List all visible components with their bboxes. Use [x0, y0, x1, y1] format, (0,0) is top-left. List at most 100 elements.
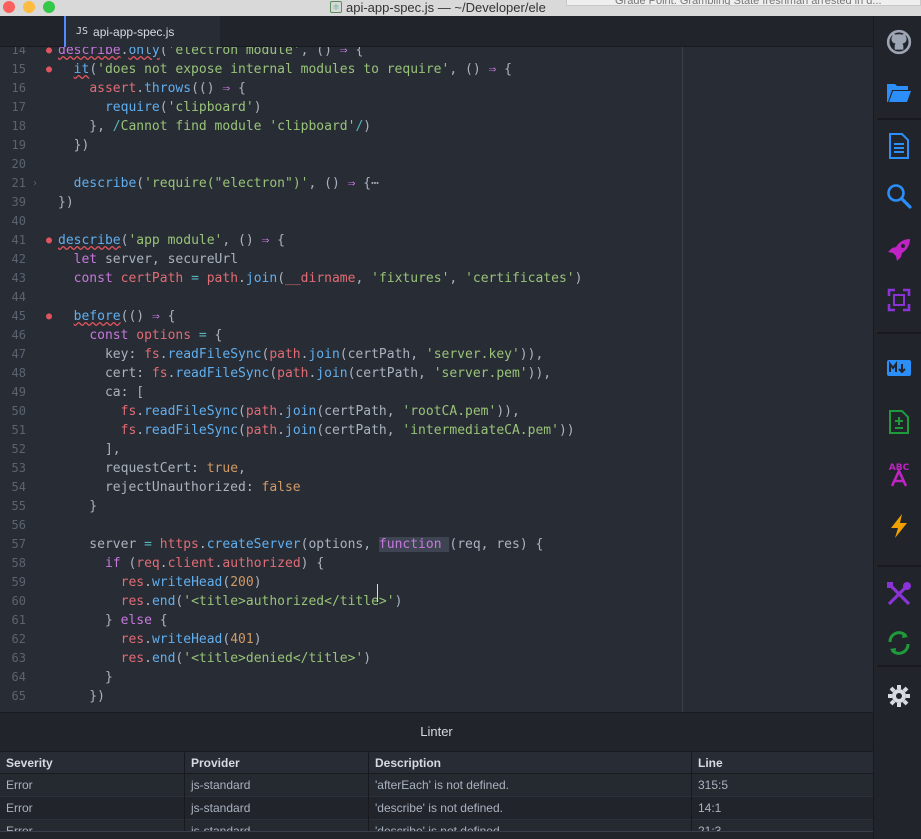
fold-chevron-icon[interactable]: › — [32, 174, 38, 193]
line-number[interactable]: 49 — [0, 383, 26, 402]
line-number[interactable]: 15 — [0, 60, 26, 79]
column-severity[interactable]: Severity — [0, 752, 184, 775]
line-number[interactable]: 59 — [0, 573, 26, 592]
minimize-window-button[interactable] — [23, 1, 35, 13]
code-line[interactable]: 39}) — [0, 193, 873, 212]
code-line[interactable]: 51 fs.readFileSync(path.join(certPath, '… — [0, 421, 873, 440]
code-line[interactable]: 64 } — [0, 668, 873, 687]
code-line[interactable]: 49 ca: [ — [0, 383, 873, 402]
line-number[interactable]: 21 — [0, 174, 26, 193]
refresh-button[interactable] — [877, 620, 921, 670]
code-line[interactable]: 54 rejectUnauthorized: false — [0, 478, 873, 497]
line-number[interactable]: 64 — [0, 668, 26, 687]
code-line[interactable]: 21 › describe('require("electron")', () ⇒… — [0, 174, 873, 193]
linter-row[interactable]: Error js-standard'afterEach' is not defin… — [0, 774, 873, 797]
code-line[interactable]: 45 ● before(() ⇒ { — [0, 307, 873, 326]
line-number[interactable]: 20 — [0, 155, 26, 174]
markdown-button[interactable] — [877, 345, 921, 395]
code-line[interactable]: 60 res.end('<title>authorized</title>') — [0, 592, 873, 611]
code-line[interactable]: 57 server = https.createServer(options, … — [0, 535, 873, 554]
code-line[interactable]: 16 assert.throws(() ⇒ { — [0, 79, 873, 98]
code-line[interactable]: 40 — [0, 212, 873, 231]
code-line[interactable]: 48 cert: fs.readFileSync(path.join(certP… — [0, 364, 873, 383]
code-line[interactable]: 18 }, /Cannot find module 'clipboard'/) — [0, 117, 873, 136]
line-number[interactable]: 62 — [0, 630, 26, 649]
line-number[interactable]: 61 — [0, 611, 26, 630]
line-number[interactable]: 53 — [0, 459, 26, 478]
code-line[interactable]: 19 }) — [0, 136, 873, 155]
line-number[interactable]: 48 — [0, 364, 26, 383]
code-line[interactable]: 14 ● describe.only('electron module', () ⇒… — [0, 47, 873, 60]
code-line[interactable]: 61 } else { — [0, 611, 873, 630]
line-number[interactable]: 40 — [0, 212, 26, 231]
code-token: end — [151, 651, 176, 666]
line-number[interactable]: 54 — [0, 478, 26, 497]
line-number[interactable]: 55 — [0, 497, 26, 516]
code-line[interactable]: 55 } — [0, 497, 873, 516]
code-line[interactable]: 59 res.writeHead(200) — [0, 573, 873, 592]
line-number[interactable]: 52 — [0, 440, 26, 459]
rocket-button[interactable] — [877, 227, 921, 277]
line-number[interactable]: 50 — [0, 402, 26, 421]
code-line[interactable]: 46 const options = { — [0, 326, 873, 345]
code-line[interactable]: 56 — [0, 516, 873, 535]
line-number[interactable]: 63 — [0, 649, 26, 668]
line-number[interactable]: 18 — [0, 117, 26, 136]
code-line[interactable]: 50 fs.readFileSync(path.join(certPath, '… — [0, 402, 873, 421]
spell-check-button[interactable]: ABC — [877, 451, 921, 501]
line-number[interactable]: 65 — [0, 687, 26, 706]
code-line[interactable]: 17 require('clipboard') — [0, 98, 873, 117]
code-token: (() — [120, 309, 152, 324]
code-line[interactable]: 42 let server, secureUrl — [0, 250, 873, 269]
code-line[interactable]: 58 if (req.client.authorized) { — [0, 554, 873, 573]
line-number[interactable]: 42 — [0, 250, 26, 269]
line-number[interactable]: 43 — [0, 269, 26, 288]
line-number[interactable]: 16 — [0, 79, 26, 98]
maximize-window-button[interactable] — [43, 1, 55, 13]
code-line[interactable]: 62 res.writeHead(401) — [0, 630, 873, 649]
notification-banner[interactable]: Grade Point: Grambling State freshman ar… — [566, 0, 921, 6]
column-description[interactable]: Description — [368, 752, 691, 775]
line-number[interactable]: 60 — [0, 592, 26, 611]
expand-button[interactable] — [877, 277, 921, 327]
code-line[interactable]: 53 requestCert: true, — [0, 459, 873, 478]
line-number[interactable]: 56 — [0, 516, 26, 535]
code-line[interactable]: 41 ● describe('app module', () ⇒ { — [0, 231, 873, 250]
close-window-button[interactable] — [3, 1, 15, 13]
line-number[interactable]: 47 — [0, 345, 26, 364]
gear-button[interactable] — [877, 673, 921, 723]
code-line[interactable]: 63 res.end('<title>denied</title>') — [0, 649, 873, 668]
line-number[interactable]: 19 — [0, 136, 26, 155]
tab-api-app-spec[interactable]: JS api-app-spec.js — [64, 16, 220, 47]
line-number[interactable]: 46 — [0, 326, 26, 345]
document-button[interactable] — [877, 123, 921, 173]
folder-open-button[interactable] — [877, 69, 921, 119]
code-line[interactable]: 47 key: fs.readFileSync(path.join(certPa… — [0, 345, 873, 364]
line-number[interactable]: 51 — [0, 421, 26, 440]
column-line[interactable]: Line — [691, 752, 873, 775]
search-button[interactable] — [877, 173, 921, 223]
line-number[interactable]: 44 — [0, 288, 26, 307]
code-line[interactable]: 20 — [0, 155, 873, 174]
code-line[interactable]: 44 — [0, 288, 873, 307]
line-number[interactable]: 39 — [0, 193, 26, 212]
line-number[interactable]: 41 — [0, 231, 26, 250]
tools-button[interactable] — [877, 571, 921, 621]
file-diff-button[interactable] — [877, 398, 921, 448]
line-number[interactable]: 14 — [0, 47, 26, 60]
code-line[interactable]: 52 ], — [0, 440, 873, 459]
lint-error-dot-icon: ● — [46, 64, 53, 75]
lightning-button[interactable] — [877, 503, 921, 553]
github-button[interactable] — [877, 19, 921, 69]
line-number[interactable]: 58 — [0, 554, 26, 573]
column-provider[interactable]: Provider — [184, 752, 368, 775]
linter-row[interactable]: Error js-standard'describe' is not define… — [0, 797, 873, 820]
line-number[interactable]: 57 — [0, 535, 26, 554]
code-lines[interactable]: 14 ● describe.only('electron module', () ⇒… — [0, 47, 873, 706]
code-line[interactable]: 15 ● it('does not expose internal modules… — [0, 60, 873, 79]
code-editor[interactable]: 14 ● describe.only('electron module', () ⇒… — [0, 47, 873, 712]
code-line[interactable]: 65 }) — [0, 687, 873, 706]
line-number[interactable]: 45 — [0, 307, 26, 326]
line-number[interactable]: 17 — [0, 98, 26, 117]
code-line[interactable]: 43 const certPath = path.join(__dirname,… — [0, 269, 873, 288]
